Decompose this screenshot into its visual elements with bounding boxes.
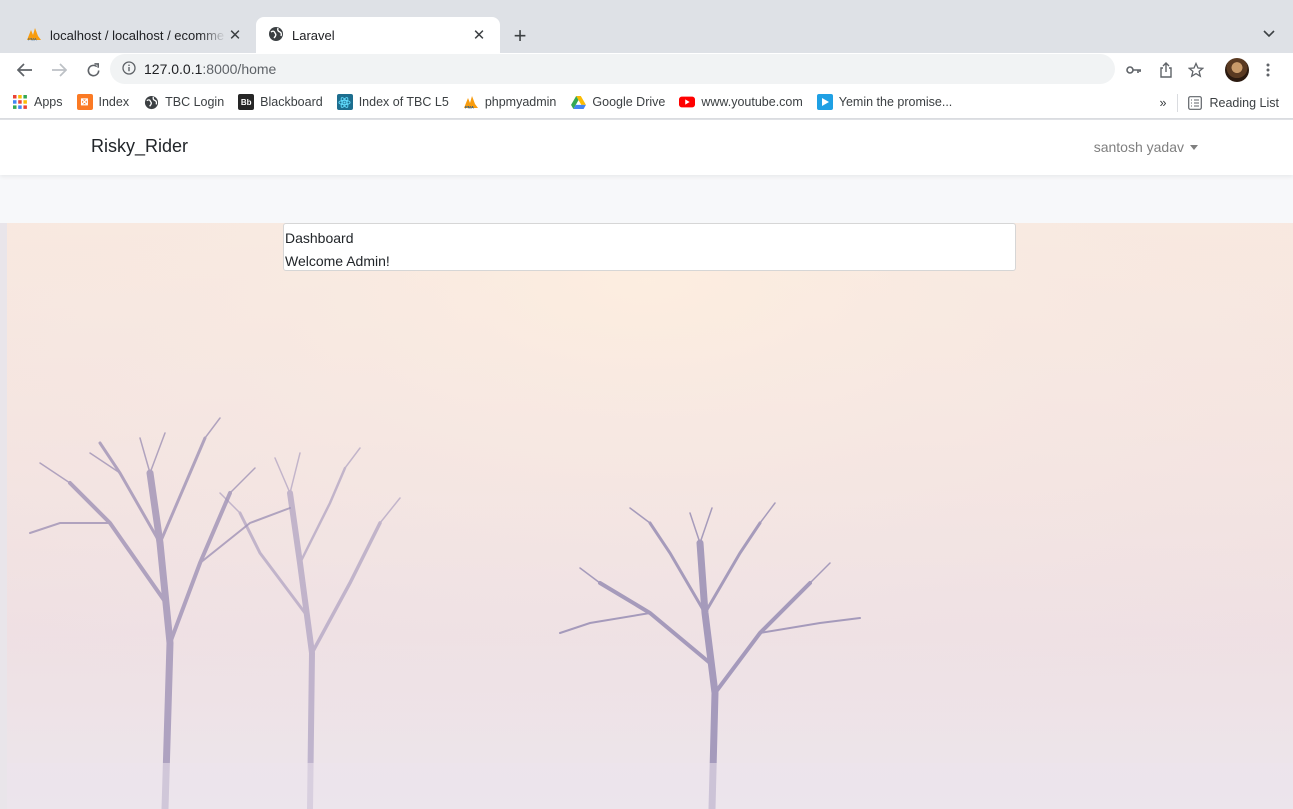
close-tab-icon[interactable]: ✕ bbox=[226, 26, 244, 44]
url-path: :8000/home bbox=[202, 61, 277, 77]
new-tab-button[interactable]: + bbox=[506, 22, 534, 50]
youtube-icon bbox=[679, 94, 696, 110]
browser-toolbar: 127.0.0.1:8000/home bbox=[0, 53, 1293, 86]
bookmark-label: www.youtube.com bbox=[701, 95, 803, 109]
bookmark-youtube[interactable]: www.youtube.com bbox=[679, 94, 803, 110]
bookmark-label: Apps bbox=[34, 95, 63, 109]
divider bbox=[1176, 93, 1178, 112]
bookmark-label: Yemin the promise... bbox=[838, 95, 953, 109]
arrow-left-icon bbox=[17, 63, 32, 77]
arrow-right-icon bbox=[52, 63, 67, 77]
dashboard-card: Dashboard Welcome Admin! bbox=[283, 223, 1016, 271]
profile-avatar[interactable] bbox=[1224, 57, 1250, 83]
bookmark-blackboard[interactable]: Bb Blackboard bbox=[238, 94, 323, 110]
bookmark-apps[interactable]: Apps bbox=[12, 94, 63, 110]
share-icon[interactable] bbox=[1156, 57, 1176, 83]
bookmark-label: TBC Login bbox=[165, 95, 225, 109]
play-icon bbox=[816, 94, 833, 110]
bookmark-tbc-login[interactable]: TBC Login bbox=[143, 94, 224, 110]
app-navbar: Risky_Rider santosh yadav bbox=[0, 120, 1293, 175]
foggy-trees-background bbox=[0, 223, 1293, 809]
phpmyadmin-icon: PMA bbox=[26, 27, 42, 44]
user-dropdown[interactable]: santosh yadav bbox=[1094, 139, 1198, 155]
tab-search-chevron-icon[interactable] bbox=[1259, 24, 1279, 44]
address-bar[interactable]: 127.0.0.1:8000/home bbox=[110, 54, 1115, 84]
tab-title: Laravel bbox=[292, 27, 335, 43]
react-icon bbox=[336, 94, 353, 110]
bookmark-label: Blackboard bbox=[260, 95, 323, 109]
reading-list-label: Reading List bbox=[1209, 95, 1280, 110]
bookmark-label: Index bbox=[98, 95, 130, 109]
tab-phpmyadmin[interactable]: PMA localhost / localhost / ecomme ✕ bbox=[8, 17, 256, 53]
web-page: Risky_Rider santosh yadav Dashboard Welc… bbox=[0, 120, 1293, 809]
password-key-icon[interactable] bbox=[1124, 57, 1144, 83]
bookmarks-overflow-button[interactable]: » bbox=[1160, 96, 1167, 110]
xampp-icon: ⊠ bbox=[76, 94, 93, 110]
apps-grid-icon bbox=[12, 94, 28, 110]
reload-icon bbox=[87, 62, 99, 76]
url-host: 127.0.0.1 bbox=[144, 61, 203, 77]
browser-menu-icon[interactable] bbox=[1260, 57, 1276, 83]
brand-link[interactable]: Risky_Rider bbox=[91, 136, 188, 157]
card-body: Welcome Admin! bbox=[285, 253, 390, 269]
bookmark-label: phpmyadmin bbox=[484, 95, 557, 109]
user-name: santosh yadav bbox=[1093, 139, 1184, 155]
bookmark-google-drive[interactable]: Google Drive bbox=[570, 94, 665, 110]
caret-down-icon bbox=[1190, 144, 1198, 150]
back-button[interactable] bbox=[12, 57, 38, 83]
reading-list-icon bbox=[1187, 95, 1202, 110]
bookmark-label: Index of TBC L5 bbox=[358, 95, 449, 109]
tab-laravel[interactable]: Laravel ✕ bbox=[256, 17, 500, 53]
svg-text:PMA: PMA bbox=[465, 105, 474, 110]
reading-list-button[interactable]: Reading List bbox=[1187, 95, 1280, 110]
phpmyadmin-icon: PMA bbox=[463, 94, 479, 110]
reload-button[interactable] bbox=[80, 57, 106, 83]
forward-button[interactable] bbox=[46, 57, 72, 83]
avatar bbox=[1225, 58, 1249, 82]
page-header-strip bbox=[0, 175, 1293, 223]
svg-text:PMA: PMA bbox=[28, 36, 37, 41]
card-header: Dashboard bbox=[285, 230, 354, 246]
page-left-edge bbox=[0, 223, 7, 809]
bookmark-star-icon[interactable] bbox=[1186, 57, 1206, 83]
bookmark-label: Google Drive bbox=[592, 95, 666, 109]
blackboard-icon: Bb bbox=[238, 94, 255, 110]
globe-icon bbox=[143, 94, 159, 110]
google-drive-icon bbox=[570, 94, 586, 110]
globe-icon bbox=[268, 26, 284, 45]
info-icon[interactable] bbox=[122, 60, 136, 78]
bookmark-yemin[interactable]: Yemin the promise... bbox=[816, 94, 953, 110]
bookmark-index-of-tbc-l5[interactable]: Index of TBC L5 bbox=[336, 94, 449, 110]
bookmarks-right: » Reading List bbox=[1160, 86, 1279, 119]
bookmark-phpmyadmin[interactable]: PMA phpmyadmin bbox=[463, 94, 557, 110]
close-tab-icon[interactable]: ✕ bbox=[470, 26, 488, 44]
tab-strip: PMA localhost / localhost / ecomme ✕ Lar… bbox=[0, 0, 1293, 53]
bookmark-index[interactable]: ⊠ Index bbox=[76, 94, 130, 110]
tab-title: localhost / localhost / ecomme bbox=[50, 27, 225, 43]
bookmarks-bar: Apps ⊠ Index TBC Login Bb Blackboard Ind… bbox=[0, 86, 1293, 119]
